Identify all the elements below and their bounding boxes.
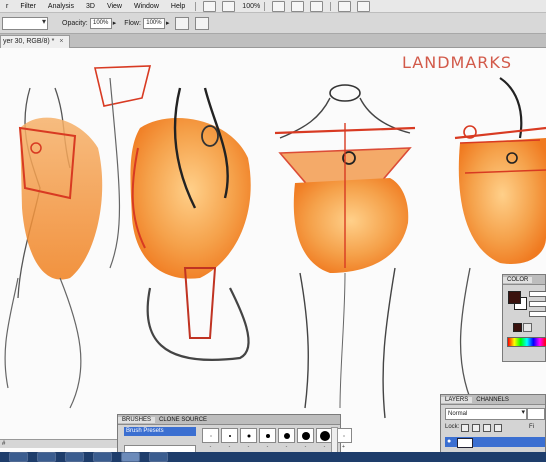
menu-bar: r Filter Analysis 3D View Window Help 10… [0,0,546,13]
tab-channels[interactable]: CHANNELS [472,397,513,403]
bridge-icon[interactable] [203,0,217,12]
tab-clone-source[interactable]: CLONE SOURCE [155,417,211,423]
tool-preset-dropdown[interactable] [2,16,48,30]
layers-panel-header: LAYERS CHANNELS [441,395,545,405]
figure-sketch-2 [93,65,251,361]
figure-sketch-1 [4,87,103,409]
brush-tip[interactable]: - [202,428,219,450]
lock-label: Lock: [445,424,460,430]
brush-tip[interactable]: - [221,428,238,450]
flow-arrow-icon[interactable]: ▸ [166,19,170,27]
tablet-pressure-icon[interactable] [195,16,210,30]
document-tab-bar: yer 30, RGB/8) * × [0,34,546,48]
tab-layers[interactable]: LAYERS [441,396,473,403]
taskbar-app-icon[interactable] [37,452,56,462]
start-button-icon[interactable] [9,452,28,462]
figure-sketch-3 [274,84,416,419]
brush-tip-size: - [209,444,212,450]
menu-item-3d[interactable]: 3D [80,3,101,10]
taskbar-app-icon[interactable] [149,452,168,462]
lock-transparency-icon[interactable] [461,424,469,432]
close-icon[interactable]: × [59,38,63,45]
eye-icon[interactable]: ● [447,438,455,446]
taskbar [0,452,546,462]
menu-item-view[interactable]: View [101,3,128,10]
layer-opacity-field[interactable] [527,408,545,420]
menu-separator [195,1,197,11]
taskbar-app-icon[interactable] [121,452,140,462]
document-tab[interactable]: yer 30, RGB/8) * × [0,35,71,48]
flow-label: Flow: [124,19,141,27]
menu-item-help[interactable]: Help [165,3,191,10]
sketch-artwork: LANDMARKS [4,53,546,419]
brush-tip[interactable]: - [297,428,314,450]
brush-tip-size: + [342,444,345,450]
airbrush-icon[interactable] [175,16,190,30]
arrange-documents-icon[interactable] [338,0,352,12]
lock-icons [461,424,505,432]
color-slider-r[interactable] [529,291,546,297]
menu-separator [330,1,332,11]
taskbar-app-icon[interactable] [65,452,84,462]
brushes-panel-header: BRUSHES CLONE SOURCE [118,415,340,425]
brush-tip-size: - [285,444,288,450]
color-slider-b[interactable] [529,311,546,317]
landmarks-annotation: LANDMARKS [402,53,512,72]
opacity-arrow-icon[interactable]: ▸ [113,19,117,27]
layer-thumbnail [457,438,473,448]
status-bar: # [0,439,117,448]
tab-brushes[interactable]: BRUSHES [118,416,156,423]
menu-item-window[interactable]: Window [128,3,165,10]
lock-position-icon[interactable] [483,424,491,432]
brush-tip-size: - [304,444,307,450]
options-bar: Opacity: 100% ▸ Flow: 100% ▸ [0,13,546,34]
flow-field[interactable]: 100% [142,17,165,29]
brush-tip[interactable]: - [278,428,295,450]
lock-pixels-icon[interactable] [472,424,480,432]
rotate-view-icon[interactable] [310,0,324,12]
document-tab-title: yer 30, RGB/8) * [3,38,55,45]
opacity-label: Opacity: [62,19,88,27]
taskbar-app-icon[interactable] [93,452,112,462]
color-slider-g[interactable] [529,301,546,307]
current-color-chip[interactable] [513,323,522,332]
menu-separator [264,1,266,11]
menu-item-layer[interactable]: r [0,3,14,10]
color-panel: COLOR [502,274,546,362]
tab-color[interactable]: COLOR [503,276,533,283]
guides-icon[interactable] [222,0,236,12]
brush-tip-size: - [228,444,231,450]
color-panel-header: COLOR [503,275,545,285]
lock-all-icon[interactable] [494,424,502,432]
zoom-level[interactable]: 100% [242,3,260,10]
blend-mode-dropdown[interactable]: Normal [445,408,527,420]
zoom-tool-icon[interactable] [291,0,305,12]
brush-tip-size: - [247,444,250,450]
fill-label: Fi [529,424,534,430]
menu-item-analysis[interactable]: Analysis [42,3,80,10]
brush-presets-item[interactable]: Brush Presets [124,427,196,436]
color-spectrum-bar[interactable] [507,337,546,347]
brush-tip-size: - [266,444,269,450]
brush-tip[interactable]: - [240,428,257,450]
menu-item-filter[interactable]: Filter [14,3,42,10]
screen-mode-icon[interactable] [357,0,371,12]
status-label: # [2,441,6,447]
document-canvas[interactable]: LANDMARKS [0,48,546,452]
foreground-color-swatch[interactable] [508,291,521,304]
brush-tip[interactable]: - [259,428,276,450]
layer-row[interactable]: ● [445,437,545,448]
hand-tool-icon[interactable] [272,0,286,12]
opacity-field[interactable]: 100% [89,17,112,29]
web-safe-color-chip[interactable] [523,323,532,332]
brush-tip-size: - [323,444,326,450]
